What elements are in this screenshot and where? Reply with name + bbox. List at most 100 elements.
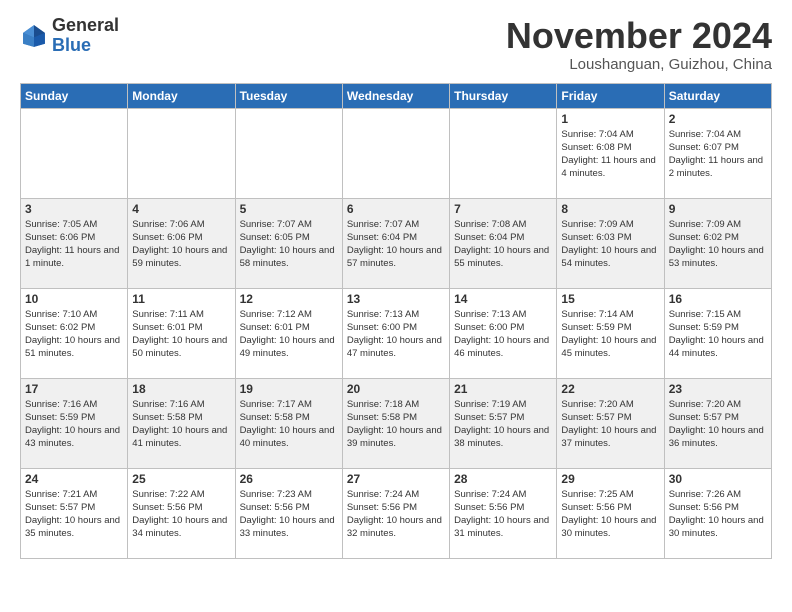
week-row-3: 10 Sunrise: 7:10 AM Sunset: 6:02 PM Dayli… [21,288,772,378]
day-number: 7 [454,202,552,216]
col-header-thursday: Thursday [450,83,557,108]
day-cell: 21 Sunrise: 7:19 AM Sunset: 5:57 PM Dayli… [450,378,557,468]
day-number: 3 [25,202,123,216]
day-cell: 3 Sunrise: 7:05 AM Sunset: 6:06 PM Daylig… [21,198,128,288]
day-info: Sunrise: 7:19 AM Sunset: 5:57 PM Dayligh… [454,398,552,451]
day-info: Sunrise: 7:16 AM Sunset: 5:58 PM Dayligh… [132,398,230,451]
day-cell: 9 Sunrise: 7:09 AM Sunset: 6:02 PM Daylig… [664,198,771,288]
day-cell: 5 Sunrise: 7:07 AM Sunset: 6:05 PM Daylig… [235,198,342,288]
day-cell: 11Sunrise: 7:11 AM Sunset: 6:01 PM Dayli… [128,288,235,378]
week-row-1: 1Sunrise: 7:04 AM Sunset: 6:08 PM Daylig… [21,108,772,198]
day-cell: 13Sunrise: 7:13 AM Sunset: 6:00 PM Dayli… [342,288,449,378]
day-number: 12 [240,292,338,306]
day-number: 26 [240,472,338,486]
day-number: 9 [669,202,767,216]
day-number: 23 [669,382,767,396]
week-row-4: 17Sunrise: 7:16 AM Sunset: 5:59 PM Dayli… [21,378,772,468]
day-number: 29 [561,472,659,486]
logo: General Blue [20,16,119,56]
logo-text: General Blue [52,16,119,56]
day-number: 20 [347,382,445,396]
day-info: Sunrise: 7:08 AM Sunset: 6:04 PM Dayligh… [454,218,552,271]
day-cell: 29Sunrise: 7:25 AM Sunset: 5:56 PM Dayli… [557,468,664,558]
day-cell: 23 Sunrise: 7:20 AM Sunset: 5:57 PM Dayli… [664,378,771,468]
day-info: Sunrise: 7:06 AM Sunset: 6:06 PM Dayligh… [132,218,230,271]
day-cell: 15 Sunrise: 7:14 AM Sunset: 5:59 PM Dayli… [557,288,664,378]
day-info: Sunrise: 7:07 AM Sunset: 6:05 PM Dayligh… [240,218,338,271]
day-info: Sunrise: 7:15 AM Sunset: 5:59 PM Dayligh… [669,308,767,361]
day-info: Sunrise: 7:24 AM Sunset: 5:56 PM Dayligh… [454,488,552,541]
location: Loushanguan, Guizhou, China [506,56,772,73]
day-cell: 6Sunrise: 7:07 AM Sunset: 6:04 PM Daylig… [342,198,449,288]
day-info: Sunrise: 7:22 AM Sunset: 5:56 PM Dayligh… [132,488,230,541]
day-number: 14 [454,292,552,306]
week-row-5: 24Sunrise: 7:21 AM Sunset: 5:57 PM Dayli… [21,468,772,558]
day-cell: 7 Sunrise: 7:08 AM Sunset: 6:04 PM Daylig… [450,198,557,288]
day-info: Sunrise: 7:23 AM Sunset: 5:56 PM Dayligh… [240,488,338,541]
day-cell: 8 Sunrise: 7:09 AM Sunset: 6:03 PM Daylig… [557,198,664,288]
day-number: 18 [132,382,230,396]
day-number: 4 [132,202,230,216]
day-number: 25 [132,472,230,486]
day-number: 8 [561,202,659,216]
day-cell: 20Sunrise: 7:18 AM Sunset: 5:58 PM Dayli… [342,378,449,468]
day-cell: 14 Sunrise: 7:13 AM Sunset: 6:00 PM Dayli… [450,288,557,378]
day-cell: 18 Sunrise: 7:16 AM Sunset: 5:58 PM Dayli… [128,378,235,468]
day-cell: 27 Sunrise: 7:24 AM Sunset: 5:56 PM Dayli… [342,468,449,558]
day-cell: 19 Sunrise: 7:17 AM Sunset: 5:58 PM Dayli… [235,378,342,468]
day-cell [342,108,449,198]
calendar-page: General Blue November 2024 Loushanguan, … [0,0,792,579]
day-info: Sunrise: 7:12 AM Sunset: 6:01 PM Dayligh… [240,308,338,361]
day-number: 5 [240,202,338,216]
day-number: 22 [561,382,659,396]
day-number: 28 [454,472,552,486]
day-cell [128,108,235,198]
day-number: 13 [347,292,445,306]
logo-icon [20,22,48,50]
day-info: Sunrise: 7:24 AM Sunset: 5:56 PM Dayligh… [347,488,445,541]
day-info: Sunrise: 7:04 AM Sunset: 6:08 PM Dayligh… [561,128,659,181]
day-info: Sunrise: 7:26 AM Sunset: 5:56 PM Dayligh… [669,488,767,541]
day-number: 16 [669,292,767,306]
day-number: 2 [669,112,767,126]
day-cell: 16 Sunrise: 7:15 AM Sunset: 5:59 PM Dayli… [664,288,771,378]
day-info: Sunrise: 7:14 AM Sunset: 5:59 PM Dayligh… [561,308,659,361]
day-cell: 28 Sunrise: 7:24 AM Sunset: 5:56 PM Dayli… [450,468,557,558]
day-cell: 17Sunrise: 7:16 AM Sunset: 5:59 PM Dayli… [21,378,128,468]
col-header-sunday: Sunday [21,83,128,108]
day-cell [235,108,342,198]
day-info: Sunrise: 7:20 AM Sunset: 5:57 PM Dayligh… [669,398,767,451]
day-number: 10 [25,292,123,306]
day-info: Sunrise: 7:20 AM Sunset: 5:57 PM Dayligh… [561,398,659,451]
day-info: Sunrise: 7:07 AM Sunset: 6:04 PM Dayligh… [347,218,445,271]
day-info: Sunrise: 7:05 AM Sunset: 6:06 PM Dayligh… [25,218,123,271]
day-number: 19 [240,382,338,396]
day-info: Sunrise: 7:10 AM Sunset: 6:02 PM Dayligh… [25,308,123,361]
month-title: November 2024 [506,16,772,56]
header: General Blue November 2024 Loushanguan, … [20,16,772,73]
title-block: November 2024 Loushanguan, Guizhou, Chin… [506,16,772,73]
day-cell: 4 Sunrise: 7:06 AM Sunset: 6:06 PM Daylig… [128,198,235,288]
day-info: Sunrise: 7:09 AM Sunset: 6:02 PM Dayligh… [669,218,767,271]
day-number: 24 [25,472,123,486]
col-header-wednesday: Wednesday [342,83,449,108]
day-cell: 24Sunrise: 7:21 AM Sunset: 5:57 PM Dayli… [21,468,128,558]
day-info: Sunrise: 7:09 AM Sunset: 6:03 PM Dayligh… [561,218,659,271]
day-cell: 25 Sunrise: 7:22 AM Sunset: 5:56 PM Dayli… [128,468,235,558]
day-cell: 30 Sunrise: 7:26 AM Sunset: 5:56 PM Dayli… [664,468,771,558]
day-info: Sunrise: 7:17 AM Sunset: 5:58 PM Dayligh… [240,398,338,451]
col-header-monday: Monday [128,83,235,108]
day-info: Sunrise: 7:04 AM Sunset: 6:07 PM Dayligh… [669,128,767,181]
col-header-friday: Friday [557,83,664,108]
day-number: 30 [669,472,767,486]
day-cell [450,108,557,198]
day-info: Sunrise: 7:13 AM Sunset: 6:00 PM Dayligh… [454,308,552,361]
day-number: 21 [454,382,552,396]
day-number: 27 [347,472,445,486]
col-header-saturday: Saturday [664,83,771,108]
day-cell: 22 Sunrise: 7:20 AM Sunset: 5:57 PM Dayli… [557,378,664,468]
day-cell: 12 Sunrise: 7:12 AM Sunset: 6:01 PM Dayli… [235,288,342,378]
day-cell: 2 Sunrise: 7:04 AM Sunset: 6:07 PM Daylig… [664,108,771,198]
day-number: 15 [561,292,659,306]
header-row: SundayMondayTuesdayWednesdayThursdayFrid… [21,83,772,108]
